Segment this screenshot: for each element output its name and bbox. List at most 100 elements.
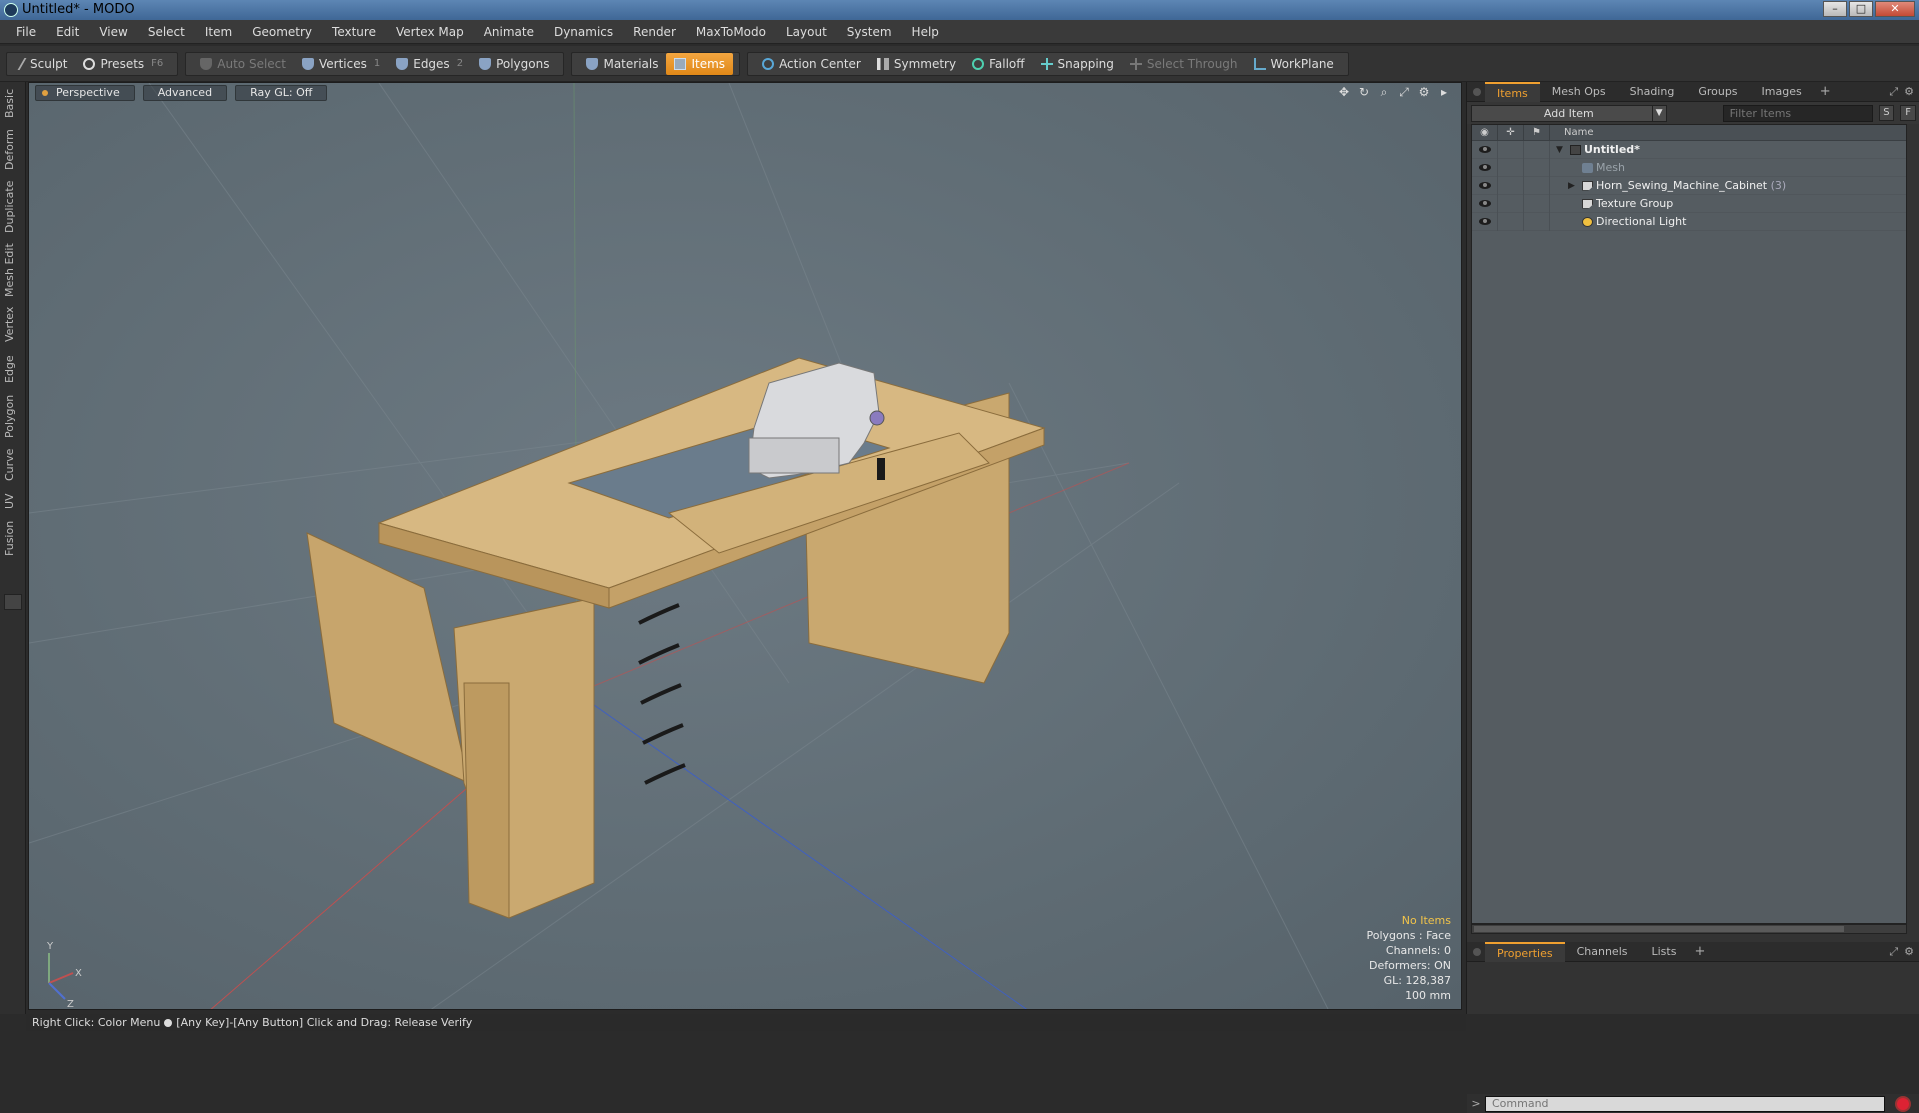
render-cell[interactable] (1524, 140, 1550, 159)
visibility-toggle[interactable] (1472, 194, 1498, 213)
menu-dynamics[interactable]: Dynamics (544, 20, 623, 44)
polygons-button[interactable]: Polygons (471, 53, 557, 75)
menu-view[interactable]: View (89, 20, 137, 44)
collapse-triangle-icon[interactable]: ▶ (1568, 181, 1575, 191)
filter-items-input[interactable] (1722, 104, 1873, 122)
tab-images[interactable]: Images (1750, 82, 1814, 102)
menu-render[interactable]: Render (623, 20, 686, 44)
presets-button[interactable]: Presets F6 (75, 53, 171, 75)
maximize-button[interactable]: □ (1849, 1, 1873, 17)
action-center-button[interactable]: Action Center (754, 53, 869, 75)
tab-curve[interactable]: Curve (3, 446, 23, 484)
items-button[interactable]: Items (666, 52, 734, 75)
tree-row-texture-group[interactable]: Texture Group (1472, 194, 1906, 213)
menu-edit[interactable]: Edit (46, 20, 89, 44)
expand-panel-icon[interactable]: ⤢ (1889, 85, 1898, 99)
tab-mesh-ops[interactable]: Mesh Ops (1540, 82, 1618, 102)
tab-channels[interactable]: Channels (1565, 942, 1640, 962)
menu-vertex-map[interactable]: Vertex Map (386, 20, 474, 44)
panel-gear-icon[interactable]: ⚙ (1904, 945, 1914, 959)
view-type-perspective[interactable]: Perspective (35, 85, 135, 101)
vertices-button[interactable]: Vertices 1 (294, 53, 388, 75)
tree-row-scene[interactable]: ▼ Untitled* (1472, 140, 1906, 159)
falloff-button[interactable]: Falloff (964, 53, 1032, 75)
render-column-icon[interactable]: ⚑ (1524, 124, 1550, 141)
scrollbar-thumb[interactable] (1474, 926, 1844, 932)
menu-help[interactable]: Help (902, 20, 949, 44)
render-cell[interactable] (1524, 176, 1550, 195)
item-list-scrollbar[interactable] (1471, 924, 1907, 934)
lock-cell[interactable] (1498, 212, 1524, 231)
shading-mode-advanced[interactable]: Advanced (142, 85, 228, 101)
materials-button[interactable]: Materials (578, 53, 666, 75)
tab-deform[interactable]: Deform (3, 128, 23, 172)
visibility-toggle[interactable] (1472, 212, 1498, 231)
workplane-button[interactable]: WorkPlane (1246, 53, 1342, 75)
command-input[interactable] (1485, 1095, 1885, 1112)
viewport-settings-gear-icon[interactable]: ⚙ (1417, 85, 1431, 99)
select-through-button[interactable]: Select Through (1122, 53, 1246, 75)
menu-maxtomodo[interactable]: MaxToModo (686, 20, 776, 44)
render-cell[interactable] (1524, 158, 1550, 177)
visibility-toggle[interactable] (1472, 140, 1498, 159)
add-tab-plus-icon[interactable]: + (1688, 944, 1711, 959)
lock-cell[interactable] (1498, 140, 1524, 159)
viewport-menu-arrow-icon[interactable]: ▸ (1437, 85, 1451, 99)
render-cell[interactable] (1524, 212, 1550, 231)
tree-row-directional-light[interactable]: Directional Light (1472, 212, 1906, 231)
edges-button[interactable]: Edges 2 (388, 53, 471, 75)
menu-item[interactable]: Item (195, 20, 242, 44)
sculpt-button[interactable]: Sculpt (13, 53, 75, 75)
expand-panel-icon[interactable]: ⤢ (1889, 945, 1898, 959)
tab-shading[interactable]: Shading (1618, 82, 1687, 102)
panel-gear-icon[interactable]: ⚙ (1904, 85, 1914, 99)
lock-cell[interactable] (1498, 176, 1524, 195)
item-list-tree[interactable]: ◉ ✛ ⚑ Name ▼ Untitled* Mesh ▶ Horn_Sewin… (1471, 124, 1907, 924)
tab-edge[interactable]: Edge (3, 352, 23, 386)
close-button[interactable]: ✕ (1875, 1, 1915, 17)
visibility-toggle[interactable] (1472, 158, 1498, 177)
scene-render[interactable]: Y X Z (29, 83, 1462, 1010)
menu-file[interactable]: File (6, 20, 46, 44)
tab-items[interactable]: Items (1485, 81, 1540, 102)
tab-duplicate[interactable]: Duplicate (3, 180, 23, 234)
menu-system[interactable]: System (837, 20, 902, 44)
visibility-toggle[interactable] (1472, 176, 1498, 195)
lock-cell[interactable] (1498, 158, 1524, 177)
minimize-button[interactable]: – (1823, 1, 1847, 17)
snapping-button[interactable]: Snapping (1033, 53, 1122, 75)
add-tab-plus-icon[interactable]: + (1814, 84, 1837, 99)
tab-properties[interactable]: Properties (1485, 941, 1565, 962)
raygl-toggle[interactable]: Ray GL: Off (235, 85, 328, 101)
add-item-dropdown[interactable]: Add Item ▼ (1471, 104, 1667, 122)
tab-vertex[interactable]: Vertex (3, 304, 23, 344)
tree-row-cabinet[interactable]: ▶ Horn_Sewing_Machine_Cabinet (3) (1472, 176, 1906, 195)
tab-polygon[interactable]: Polygon (3, 392, 23, 440)
menu-texture[interactable]: Texture (322, 20, 386, 44)
tree-row-mesh[interactable]: Mesh (1472, 158, 1906, 177)
tab-fusion[interactable]: Fusion (3, 518, 23, 558)
name-column-header[interactable]: Name (1550, 127, 1594, 138)
auto-select-button[interactable]: Auto Select (192, 53, 294, 75)
render-cell[interactable] (1524, 194, 1550, 213)
menu-select[interactable]: Select (138, 20, 195, 44)
tab-basic[interactable]: Basic (3, 86, 23, 120)
record-macro-icon[interactable] (1895, 1095, 1911, 1112)
filter-f-button[interactable]: F (1900, 105, 1916, 121)
maximize-view-icon[interactable]: ⤢ (1397, 85, 1411, 99)
menu-layout[interactable]: Layout (776, 20, 837, 44)
filter-s-button[interactable]: S (1878, 105, 1895, 121)
tab-uv[interactable]: UV (3, 490, 23, 512)
menu-geometry[interactable]: Geometry (242, 20, 322, 44)
visibility-column-eye-icon[interactable]: ◉ (1472, 124, 1498, 141)
toolbox-toggle-button[interactable] (4, 594, 22, 610)
rotate-icon[interactable]: ↻ (1357, 85, 1371, 99)
tab-groups[interactable]: Groups (1686, 82, 1749, 102)
sewing-machine-cabinet-model[interactable] (306, 357, 1046, 919)
menu-animate[interactable]: Animate (474, 20, 544, 44)
lock-cell[interactable] (1498, 194, 1524, 213)
lock-column-icon[interactable]: ✛ (1498, 124, 1524, 141)
3d-viewport[interactable]: Y X Z Perspective Advanced Ray GL: Off ✥… (28, 82, 1462, 1010)
zoom-magnifier-icon[interactable]: ⌕ (1377, 85, 1391, 99)
expand-triangle-icon[interactable]: ▼ (1556, 145, 1563, 155)
